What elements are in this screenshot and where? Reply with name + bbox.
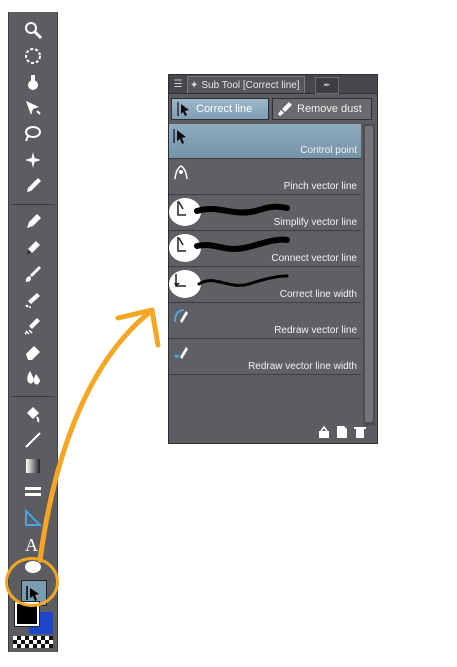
group-correct-line-button[interactable]: Correct line xyxy=(171,98,269,120)
sub-tool-group-row: Correct line Remove dust xyxy=(169,95,377,123)
zoom-icon[interactable] xyxy=(21,18,45,42)
pen-icon[interactable] xyxy=(21,210,45,234)
connect-icon xyxy=(172,235,190,253)
lasso-icon[interactable] xyxy=(21,122,45,146)
group-label: Correct line xyxy=(196,103,253,115)
transparent-color-swatch[interactable] xyxy=(13,636,53,648)
sub-tool-item-control-point[interactable]: Control point xyxy=(169,124,361,159)
scrollbar[interactable] xyxy=(363,124,375,426)
brush-icon xyxy=(278,102,292,116)
operation-icon[interactable] xyxy=(21,96,45,120)
line-icon[interactable] xyxy=(21,428,45,452)
scroll-thumb[interactable] xyxy=(365,126,373,422)
sub-tool-label: Redraw vector line xyxy=(274,325,357,336)
new-document-icon[interactable] xyxy=(335,425,349,439)
magic-wand-icon[interactable] xyxy=(21,148,45,172)
sub-tool-label: Pinch vector line xyxy=(283,181,357,192)
fill-icon[interactable] xyxy=(21,402,45,426)
sub-tool-item-simplify-vector-line[interactable]: Simplify vector line xyxy=(169,196,361,231)
sub-tool-icon: ✦ xyxy=(190,79,199,91)
simplify-icon xyxy=(172,199,190,217)
pen-nib-icon[interactable]: ✒ xyxy=(315,77,339,94)
frame-icon[interactable] xyxy=(21,480,45,504)
tab-title: Sub Tool [Correct line] xyxy=(201,79,300,91)
highlight-circle xyxy=(5,557,59,607)
group-remove-dust-button[interactable]: Remove dust xyxy=(272,98,372,120)
line-width-icon xyxy=(172,271,190,289)
tab-sub-tool[interactable]: ✦ Sub Tool [Correct line] xyxy=(187,76,305,93)
tool-palette: A xyxy=(8,12,58,652)
brush-icon[interactable] xyxy=(21,262,45,286)
sub-tool-item-correct-line-width[interactable]: Correct line width xyxy=(169,268,361,303)
sub-tool-item-pinch-vector-line[interactable]: Pinch vector line xyxy=(169,160,361,195)
blend-icon[interactable] xyxy=(21,366,45,390)
toolbar-divider xyxy=(11,204,55,205)
menu-icon[interactable]: ☰ xyxy=(171,77,185,91)
panel-footer xyxy=(169,423,377,443)
sub-tool-panel: ☰ ✦ Sub Tool [Correct line] ✒ Correct li… xyxy=(168,74,378,444)
redraw-width-icon xyxy=(172,343,190,361)
svg-text:A: A xyxy=(25,535,38,554)
eyedropper-icon[interactable] xyxy=(21,174,45,198)
decoration-icon[interactable] xyxy=(21,314,45,338)
settings-icon[interactable] xyxy=(317,425,331,439)
toolbar-divider xyxy=(11,396,55,397)
control-point-icon xyxy=(172,127,190,145)
text-icon[interactable]: A xyxy=(21,532,45,556)
airbrush-icon[interactable] xyxy=(21,288,45,312)
sub-tool-label: Connect vector line xyxy=(271,253,357,264)
sub-tool-label: Redraw vector line width xyxy=(248,361,357,372)
sub-tool-item-redraw-vector-line[interactable]: Redraw vector line xyxy=(169,304,361,339)
sub-tool-list: Control point Pinch vector line Simplify… xyxy=(169,124,361,426)
panel-tab-bar: ☰ ✦ Sub Tool [Correct line] ✒ xyxy=(169,75,377,94)
pencil-icon[interactable] xyxy=(21,236,45,260)
cursor-arrow-icon xyxy=(177,102,189,116)
ruler-icon[interactable] xyxy=(21,506,45,530)
gradient-icon[interactable] xyxy=(21,454,45,478)
pinch-icon xyxy=(172,163,190,181)
redraw-icon xyxy=(172,307,190,325)
sub-tool-label: Simplify vector line xyxy=(273,217,357,228)
rotate-icon[interactable] xyxy=(21,44,45,68)
group-label: Remove dust xyxy=(297,103,362,115)
sub-tool-label: Correct line width xyxy=(279,289,357,300)
eraser-icon[interactable] xyxy=(21,340,45,364)
hand-icon[interactable] xyxy=(21,70,45,94)
sub-tool-item-redraw-vector-line-width[interactable]: Redraw vector line width xyxy=(169,340,361,375)
sub-tool-item-connect-vector-line[interactable]: Connect vector line xyxy=(169,232,361,267)
trash-icon[interactable] xyxy=(353,425,367,439)
sub-tool-label: Control point xyxy=(300,145,357,156)
